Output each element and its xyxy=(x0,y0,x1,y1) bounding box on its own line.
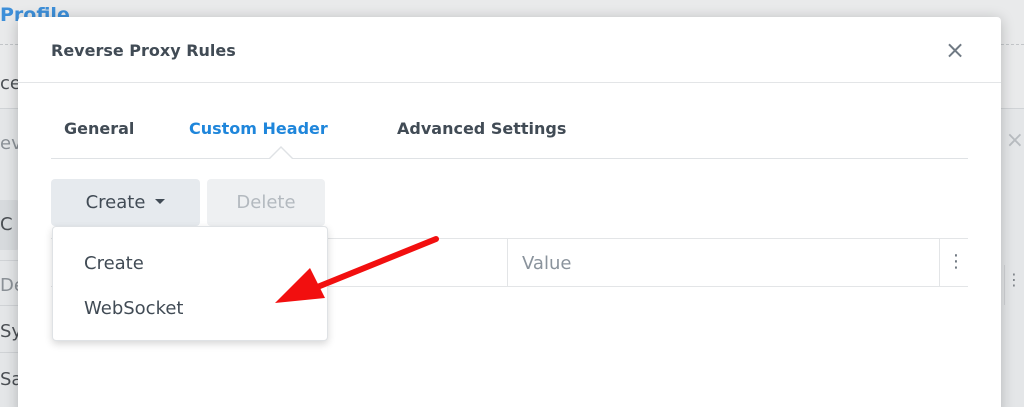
bg-row-divider xyxy=(0,352,20,353)
menu-item-websocket[interactable]: WebSocket xyxy=(54,289,326,329)
column-divider[interactable] xyxy=(507,239,508,286)
bg-vertical-dots-icon: ⋮ xyxy=(1006,270,1022,289)
column-divider[interactable] xyxy=(939,239,940,286)
caret-down-icon xyxy=(155,198,166,204)
bg-text-fragment: C xyxy=(0,214,13,235)
dialog-title: Reverse Proxy Rules xyxy=(51,41,236,60)
vertical-dots-icon[interactable]: ⋮ xyxy=(944,247,968,277)
delete-button[interactable]: Delete xyxy=(207,179,325,226)
tab-advanced-settings[interactable]: Advanced Settings xyxy=(397,119,566,138)
tab-custom-header[interactable]: Custom Header xyxy=(189,119,328,138)
bg-close-icon: × xyxy=(1005,128,1024,153)
column-header-value[interactable]: Value xyxy=(522,253,571,274)
active-tab-indicator-fill xyxy=(270,148,292,159)
bg-column-divider xyxy=(1004,265,1005,305)
create-dropdown-menu: Create WebSocket xyxy=(52,226,328,341)
tab-bar: General Custom Header Advanced Settings xyxy=(51,107,968,159)
dialog-header: Reverse Proxy Rules × xyxy=(18,17,1001,83)
close-icon[interactable]: × xyxy=(942,37,968,63)
tab-general[interactable]: General xyxy=(64,119,134,138)
menu-item-create[interactable]: Create xyxy=(54,244,326,284)
bg-row-divider xyxy=(0,260,20,261)
create-button[interactable]: Create xyxy=(51,179,200,226)
reverse-proxy-rules-dialog: Reverse Proxy Rules × General Custom Hea… xyxy=(18,17,1001,407)
create-button-label: Create xyxy=(85,192,146,213)
bg-row-divider xyxy=(0,305,20,306)
